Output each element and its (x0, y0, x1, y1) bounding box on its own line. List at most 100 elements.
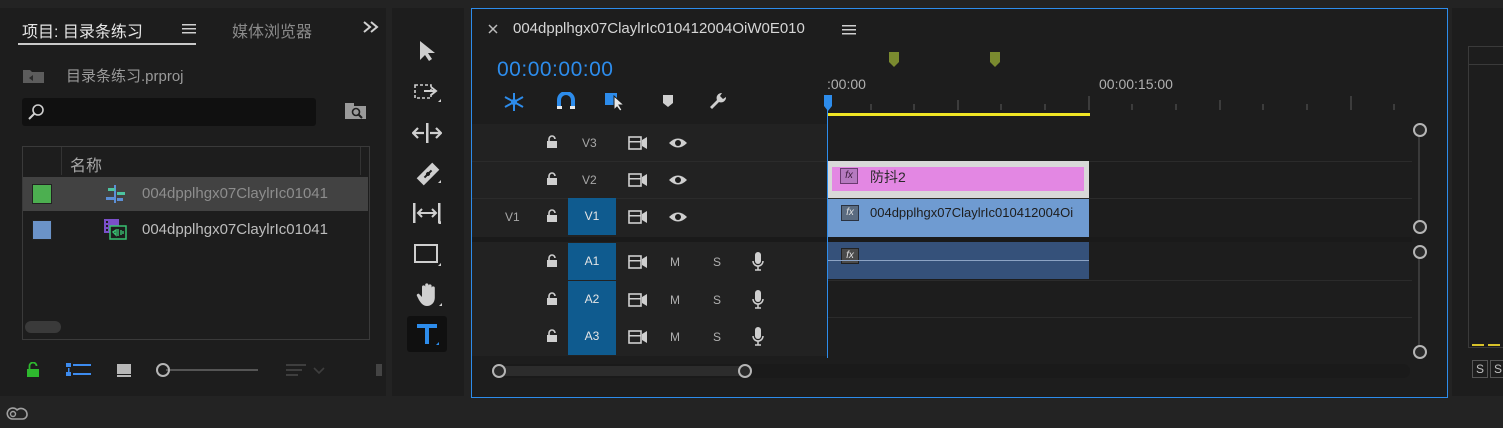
column-header-name[interactable]: 名称 (70, 152, 102, 176)
creative-cloud-icon[interactable] (5, 405, 29, 421)
audio-scroll-handle-bottom[interactable] (1413, 345, 1427, 359)
folder-up-icon[interactable] (22, 66, 46, 84)
track-lock-icon[interactable] (546, 135, 558, 149)
marker-icon[interactable] (889, 52, 899, 68)
solo-button[interactable]: S (713, 330, 721, 344)
zoom-slider-handle[interactable] (156, 363, 170, 377)
solo-right-button[interactable]: S (1490, 360, 1503, 378)
scrollbar-thumb[interactable] (496, 366, 748, 376)
clip-a1-audio[interactable]: fx (828, 242, 1089, 279)
toggle-sync-lock-icon[interactable] (628, 136, 648, 150)
slip-tool-icon[interactable] (412, 202, 442, 226)
mute-button[interactable]: M (670, 293, 680, 307)
video-scroll-handle-bottom[interactable] (1413, 220, 1427, 234)
eye-icon[interactable] (668, 174, 688, 186)
track-target-v1[interactable]: V1 (568, 198, 616, 235)
playhead-handle[interactable] (823, 94, 833, 112)
sort-icon[interactable] (286, 362, 330, 378)
track-target-a3[interactable]: A3 (568, 318, 616, 355)
panel-menu-icon[interactable] (182, 23, 196, 35)
clip-v1-video[interactable]: fx 004dpplhgx07ClaylrIc010412004Oi (828, 199, 1089, 237)
linked-selection-icon[interactable] (604, 91, 628, 111)
track-v1-header: V1 V1 (472, 198, 827, 236)
track-v2-header: V2 (472, 161, 827, 199)
fx-badge[interactable]: fx (841, 205, 859, 221)
tab-media-browser[interactable]: 媒体浏览器 (232, 18, 312, 42)
toggle-sync-lock-icon[interactable] (628, 210, 648, 224)
source-patch-v1[interactable]: V1 (505, 210, 520, 224)
track-lock-icon[interactable] (546, 172, 558, 186)
microphone-icon[interactable] (752, 252, 764, 272)
snap-magnet-icon[interactable] (556, 92, 576, 110)
list-item-clip[interactable]: 004dpplhgx07ClaylrIc01041 (23, 213, 368, 247)
toggle-sync-lock-icon[interactable] (628, 330, 648, 344)
zoom-slider-track (166, 369, 258, 371)
track-label-v3[interactable]: V3 (582, 136, 597, 150)
hand-tool-icon[interactable] (416, 282, 444, 308)
marker-icon[interactable] (990, 52, 1000, 68)
toggle-sync-lock-icon[interactable] (628, 255, 648, 269)
label-color-swatch[interactable] (32, 184, 52, 204)
selection-tool-icon[interactable] (418, 40, 436, 62)
track-target-a1[interactable]: A1 (568, 243, 616, 280)
nest-sequence-icon[interactable] (503, 92, 525, 112)
mute-button[interactable]: M (670, 330, 680, 344)
ripple-edit-tool-icon[interactable] (412, 122, 442, 146)
track-lock-icon[interactable] (546, 209, 558, 223)
audio-volume-line[interactable] (828, 260, 1089, 261)
scroll-zoom-handle-left[interactable] (492, 364, 506, 378)
solo-button[interactable]: S (713, 293, 721, 307)
track-select-tool-icon[interactable] (414, 82, 442, 106)
track-lock-icon[interactable] (546, 254, 558, 268)
audio-meters-panel: S S (1452, 8, 1503, 396)
tab-project[interactable]: 项目: 目录条练习 (22, 18, 143, 42)
fx-badge[interactable]: fx (841, 248, 859, 264)
toggle-sync-lock-icon[interactable] (628, 173, 648, 187)
solo-button[interactable]: S (713, 255, 721, 269)
timeline-horizontal-scrollbar[interactable] (490, 364, 1410, 378)
toggle-sync-lock-icon[interactable] (628, 293, 648, 307)
track-target-a2[interactable]: A2 (568, 281, 616, 318)
horizontal-scrollbar[interactable] (25, 321, 61, 333)
vertical-scrollbar-audio[interactable] (1418, 252, 1420, 352)
work-area-bar[interactable] (827, 113, 1090, 116)
track-label-v2[interactable]: V2 (582, 173, 597, 187)
new-search-bin-icon[interactable] (344, 102, 368, 120)
eye-icon[interactable] (668, 211, 688, 223)
timeline-settings-wrench-icon[interactable] (708, 91, 728, 111)
playhead-timecode[interactable]: 00:00:00:00 (497, 58, 613, 82)
close-tab-icon[interactable] (488, 24, 498, 34)
add-marker-icon[interactable] (662, 94, 674, 108)
microphone-icon[interactable] (752, 327, 764, 347)
sequence-tab-name[interactable]: 004dpplhgx07ClaylrIc010412004OiW0E010 (513, 20, 805, 37)
track-content[interactable]: fx 防抖2 fx 004dpplhgx07ClaylrIc010412004O… (827, 96, 1412, 358)
type-tool-button[interactable] (407, 316, 447, 352)
search-input[interactable] (48, 101, 312, 123)
track-lock-icon[interactable] (546, 329, 558, 343)
timeline-menu-icon[interactable] (842, 24, 856, 36)
clip-v2-stabilizer[interactable]: fx 防抖2 (828, 161, 1089, 198)
rectangle-tool-icon[interactable] (414, 244, 442, 268)
scroll-zoom-handle-right[interactable] (738, 364, 752, 378)
lock-icon[interactable] (26, 362, 40, 378)
list-view-icon[interactable] (66, 362, 92, 378)
playhead-line[interactable] (827, 96, 828, 358)
label-color-swatch[interactable] (32, 220, 52, 240)
icon-view-icon[interactable] (116, 362, 132, 378)
audio-scroll-handle-top[interactable] (1413, 245, 1427, 259)
track-lock-icon[interactable] (546, 292, 558, 306)
microphone-icon[interactable] (752, 290, 764, 310)
video-scroll-handle-top[interactable] (1413, 123, 1427, 137)
expand-panels-icon[interactable] (362, 20, 380, 34)
eye-icon[interactable] (668, 137, 688, 149)
search-field[interactable] (22, 98, 316, 126)
zoom-slider[interactable] (156, 363, 260, 377)
solo-left-button[interactable]: S (1472, 360, 1488, 378)
mute-button[interactable]: M (670, 255, 680, 269)
meter-frame (1468, 46, 1503, 348)
fx-badge[interactable]: fx (840, 168, 858, 184)
razor-tool-icon[interactable] (414, 162, 442, 186)
time-ruler[interactable]: :00:00 00:00:15:00 (827, 40, 1445, 124)
vertical-scrollbar-video[interactable] (1418, 130, 1420, 228)
list-item-sequence[interactable]: 004dpplhgx07ClaylrIc01041 (23, 177, 368, 211)
